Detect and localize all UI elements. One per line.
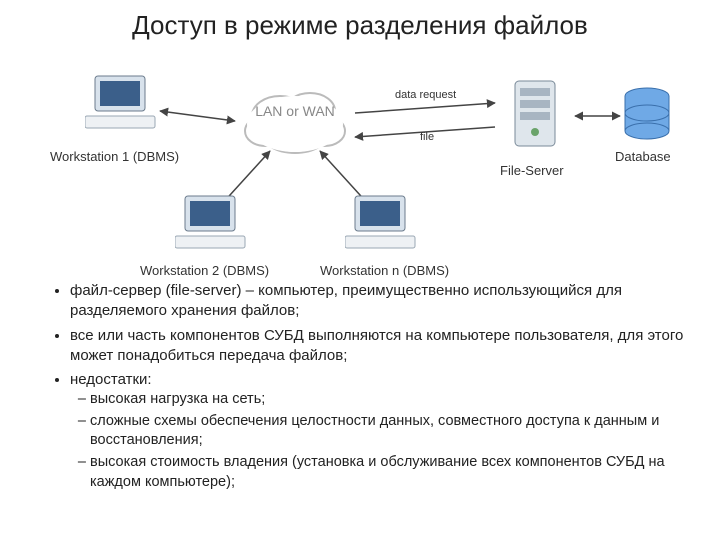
link-request-label: data request xyxy=(395,89,456,101)
sub-bullet-item: высокая стоимость владения (установка и … xyxy=(90,453,690,492)
page-title: Доступ в режиме разделения файлов xyxy=(0,0,720,41)
server-icon xyxy=(500,76,570,161)
bullet-label: недостатки: xyxy=(70,371,152,388)
cloud-label: LAN or WAN xyxy=(255,103,335,119)
workstation-icon xyxy=(175,191,255,261)
bullet-item: недостатки: высокая нагрузка на сеть; сл… xyxy=(70,370,690,492)
fileserver-label: File-Server xyxy=(500,163,564,178)
diagram-container: Workstation 1 (DBMS) Workstation 2 (DBMS… xyxy=(0,41,720,281)
link-file-label: file xyxy=(420,131,434,143)
bullet-item: файл-сервер (file-server) – компьютер, п… xyxy=(70,281,690,322)
sub-bullet-item: высокая нагрузка на сеть; xyxy=(90,390,690,410)
workstation-icon xyxy=(345,191,425,261)
bullets-block: файл-сервер (file-server) – компьютер, п… xyxy=(0,281,720,492)
sub-bullet-item: сложные схемы обеспечения целостности да… xyxy=(90,412,690,451)
ws1-label: Workstation 1 (DBMS) xyxy=(50,149,179,164)
wsn-label: Workstation n (DBMS) xyxy=(320,263,449,278)
database-icon xyxy=(620,86,675,146)
ws2-label: Workstation 2 (DBMS) xyxy=(140,263,269,278)
workstation-icon xyxy=(85,71,165,141)
bullet-item: все или часть компонентов СУБД выполняют… xyxy=(70,326,690,367)
database-label: Database xyxy=(615,149,671,164)
